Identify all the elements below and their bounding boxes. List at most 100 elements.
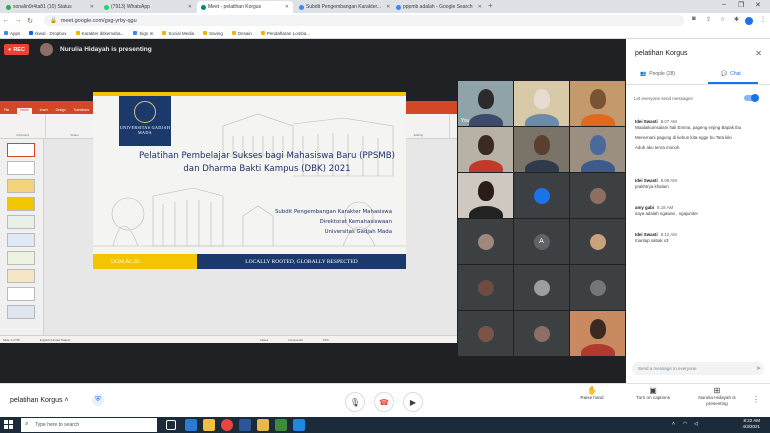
- folder-icon[interactable]: [257, 419, 269, 431]
- slide-thumbnail[interactable]: [7, 143, 35, 157]
- folder-icon: [162, 31, 167, 35]
- participant-avatar: [533, 325, 550, 342]
- back-icon[interactable]: ←: [0, 17, 12, 24]
- slide-thumbnail[interactable]: [7, 269, 35, 283]
- participant-tile[interactable]: You: [458, 81, 513, 126]
- participant-tile[interactable]: [514, 127, 569, 172]
- folder-icon: [203, 31, 208, 35]
- participant-tile[interactable]: [514, 173, 569, 218]
- participant-tile[interactable]: [458, 265, 513, 310]
- slide-footer: UGM.AC.ID LOCALLY ROOTED, GLOBALLY RESPE…: [93, 254, 406, 269]
- participant-tile[interactable]: [570, 219, 625, 264]
- meeting-name[interactable]: pelatihan Korgus ˄: [10, 397, 69, 404]
- maximize-icon[interactable]: ❐: [738, 1, 744, 9]
- task-view-icon[interactable]: [166, 420, 176, 430]
- captions-button[interactable]: ▣ Turn on captions: [626, 386, 680, 401]
- slide-thumbnail[interactable]: [7, 287, 35, 301]
- new-tab-button[interactable]: +: [488, 1, 493, 10]
- bookmark-apps[interactable]: Apps: [4, 31, 20, 36]
- send-icon[interactable]: ➤: [756, 365, 766, 372]
- wifi-icon[interactable]: ◠: [683, 421, 687, 427]
- participant-tile[interactable]: [458, 127, 513, 172]
- participant-tile[interactable]: [570, 311, 625, 356]
- forward-icon[interactable]: →: [12, 17, 24, 24]
- browser-tab-meet[interactable]: Meet - pelatihan Korgus ✕: [197, 1, 293, 13]
- url-bar[interactable]: 🔒 meet.google.com/gsg-yrby-qgu: [44, 15, 684, 26]
- raise-hand-button[interactable]: ✋ Raise hand: [572, 387, 612, 401]
- slide-thumbnail[interactable]: [7, 233, 35, 247]
- slide-thumbnail[interactable]: [7, 161, 35, 175]
- bookmark-item[interactable]: Social Media: [162, 31, 194, 36]
- shield-icon[interactable]: ⛨: [92, 394, 104, 406]
- participant-tile[interactable]: A: [514, 219, 569, 264]
- bookmark-item[interactable]: Sign In: [133, 31, 153, 36]
- you-label: You: [461, 118, 470, 124]
- system-clock[interactable]: 8:22 AM 4/3/2021: [742, 418, 760, 430]
- participant-tile[interactable]: [570, 127, 625, 172]
- leave-call-button[interactable]: ☎: [374, 392, 394, 412]
- menu-dots-icon[interactable]: ⋮: [760, 16, 766, 23]
- participant-tile[interactable]: [458, 311, 513, 356]
- ppt-status-bar: Slide 1 of 56 English (United States) No…: [0, 335, 457, 343]
- slide-thumbnail[interactable]: [7, 305, 35, 319]
- participant-tile[interactable]: [514, 311, 569, 356]
- extensions-icon[interactable]: ✱: [734, 16, 739, 23]
- participant-avatar: [589, 233, 606, 250]
- reload-icon[interactable]: ↻: [24, 17, 36, 25]
- close-tab-icon[interactable]: ✕: [383, 4, 390, 10]
- tab-label: Subdit Pengembangan Karakter...: [306, 4, 382, 10]
- tray-up-arrow-icon[interactable]: ˄: [672, 421, 675, 427]
- microphone-button[interactable]: 🎙: [345, 392, 365, 412]
- bookmark-item[interactable]: Desain: [231, 31, 252, 36]
- browser-tab-status[interactable]: sonalin9r4ta81 (10) Status ✕: [2, 1, 98, 13]
- more-options-icon[interactable]: ⋮: [752, 395, 760, 404]
- word-icon[interactable]: [239, 419, 251, 431]
- bookmark-item[interactable]: Pendaftaran Lomba...: [260, 31, 310, 36]
- app-icon[interactable]: [275, 419, 287, 431]
- windows-start-icon[interactable]: [4, 420, 14, 430]
- participant-tile[interactable]: [458, 173, 513, 218]
- slide-thumbnail[interactable]: [7, 179, 35, 193]
- browser-tab-whatsapp[interactable]: (7913) WhatsApp ✕: [100, 1, 196, 13]
- chat-message-input[interactable]: Send a message to everyone: [632, 362, 764, 375]
- slide-thumbnail[interactable]: [7, 197, 35, 211]
- slide-thumbnail[interactable]: [7, 215, 35, 229]
- slide-thumbnail-pane: [0, 139, 44, 335]
- tab-chat[interactable]: 💬 Chat: [721, 71, 741, 77]
- file-explorer-icon[interactable]: [203, 419, 215, 431]
- app-icon[interactable]: [293, 419, 305, 431]
- chrome-icon[interactable]: [221, 419, 233, 431]
- bookmark-item[interactable]: Saving: [203, 31, 223, 36]
- participant-tile[interactable]: [570, 81, 625, 126]
- participant-tile[interactable]: [458, 219, 513, 264]
- bookmark-star-icon[interactable]: ☆: [720, 16, 725, 23]
- slide-thumbnail[interactable]: [7, 251, 35, 265]
- camera-button[interactable]: ▶: [403, 392, 423, 412]
- bookmark-item[interactable]: Karakter ditkemaha...: [75, 31, 124, 36]
- close-panel-icon[interactable]: ✕: [755, 49, 762, 58]
- presenting-button[interactable]: ⊞ Nurulia Hidayah is presenting: [690, 387, 744, 407]
- profile-avatar[interactable]: [745, 17, 753, 25]
- close-window-icon[interactable]: ✕: [755, 1, 761, 9]
- share-icon[interactable]: ⇪: [706, 16, 711, 23]
- edge-icon[interactable]: [185, 419, 197, 431]
- browser-tab-subdit[interactable]: Subdit Pengembangan Karakter... ✕: [295, 1, 391, 13]
- participant-tile[interactable]: [570, 173, 625, 218]
- chat-message: Idei Swasti 8.07 AM Waalaikumsalam hali E…: [635, 119, 742, 150]
- close-tab-icon[interactable]: ✕: [185, 4, 192, 10]
- captions-icon: ▣: [649, 386, 657, 395]
- participant-tile[interactable]: [570, 265, 625, 310]
- bookmark-item[interactable]: Ikwal · Dropbox: [29, 31, 67, 36]
- close-tab-icon[interactable]: ✕: [475, 4, 482, 10]
- browser-tab-google[interactable]: pppmb adalah - Google Search ✕: [392, 1, 486, 13]
- camera-icon[interactable]: ◙: [692, 16, 696, 22]
- close-tab-icon[interactable]: ✕: [87, 4, 94, 10]
- tab-people[interactable]: 👥 People (28): [640, 71, 675, 77]
- close-tab-icon[interactable]: ✕: [282, 4, 289, 10]
- participant-tile[interactable]: [514, 81, 569, 126]
- minimize-icon[interactable]: –: [722, 1, 726, 8]
- taskbar-search[interactable]: ⌕ Type here to search: [21, 418, 157, 432]
- volume-icon[interactable]: ◁: [694, 421, 698, 427]
- participant-tile[interactable]: [514, 265, 569, 310]
- send-permission-toggle[interactable]: [744, 94, 759, 102]
